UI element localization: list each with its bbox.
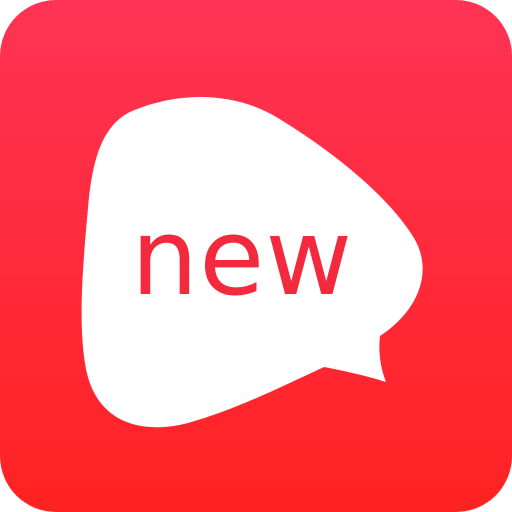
app-icon[interactable]: new (0, 0, 512, 512)
app-icon-graphic: new (0, 0, 512, 512)
logo-text: new (131, 196, 353, 319)
app-icon-stage: new (0, 0, 512, 512)
